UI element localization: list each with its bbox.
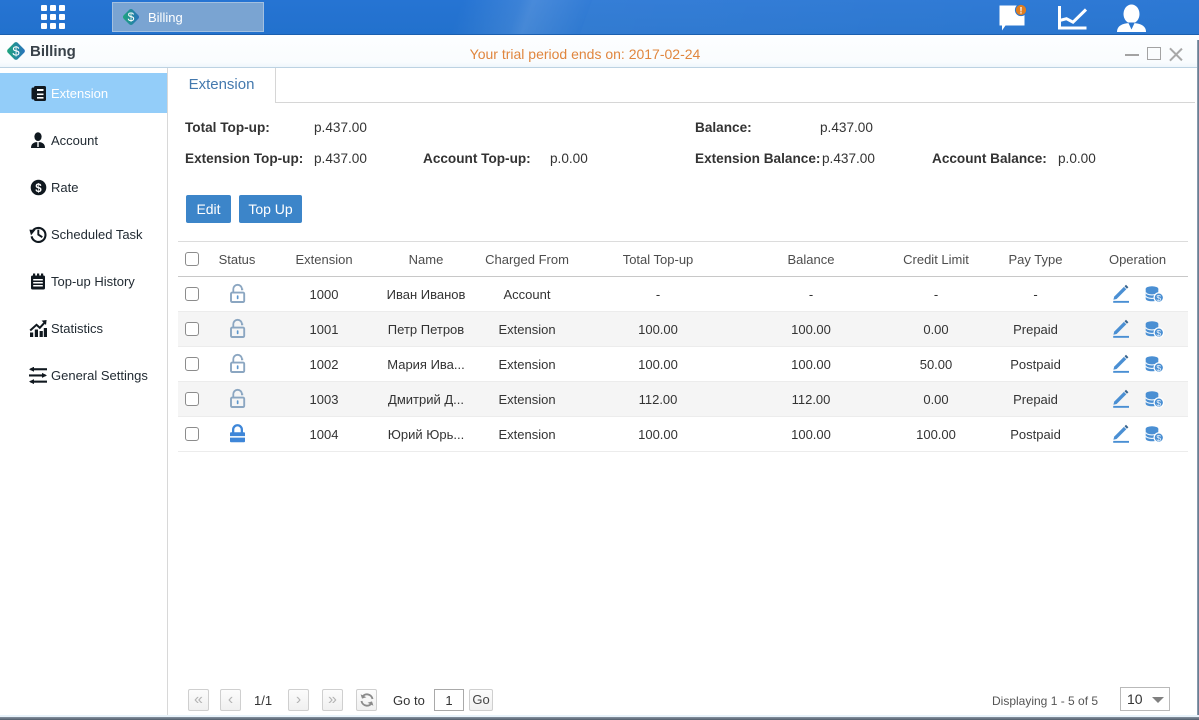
svg-text:$: $ [1157,327,1162,337]
svg-text:$: $ [35,183,42,195]
svg-text:$: $ [1157,362,1162,372]
svg-text:$: $ [1157,432,1162,442]
svg-text:$: $ [128,10,135,24]
svg-text:$: $ [1157,292,1162,302]
svg-text:!: ! [1020,5,1023,15]
svg-text:$: $ [1157,397,1162,407]
